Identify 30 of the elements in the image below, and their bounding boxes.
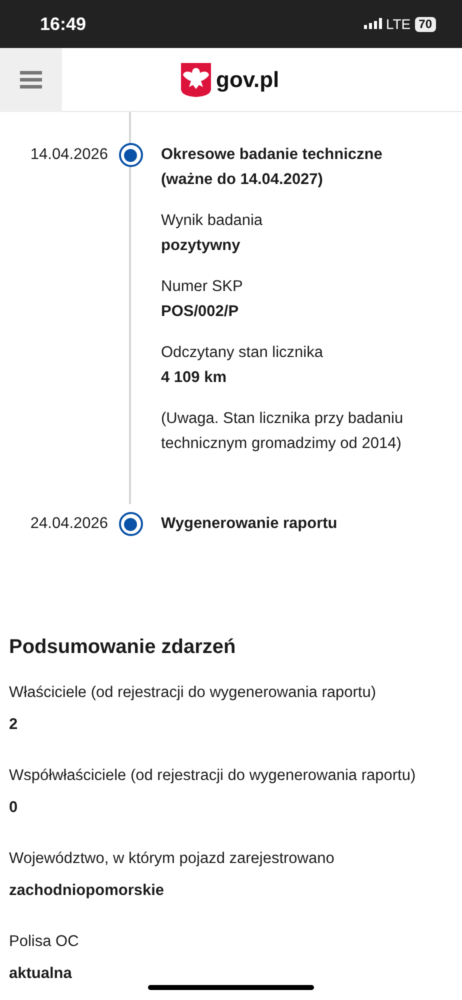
summary-label: Województwo, w którym pojazd zarejestrowano [9, 849, 336, 869]
event-date: 24.04.2026 [29, 514, 108, 534]
site-logo-text[interactable]: gov.pl [216, 63, 280, 96]
section-heading: Podsumowanie zdarzeń [9, 635, 237, 659]
event-title: Wygenerowanie raportu [161, 514, 338, 534]
timeline-dot-icon [118, 512, 142, 536]
detail-value: pozytywny [161, 236, 242, 256]
summary-label: Właściciele (od rejestracji do wygenerowania raportu) [9, 683, 377, 703]
summary-value: 2 [9, 715, 19, 735]
detail-label: Odczytany stan licznika [161, 343, 324, 363]
event-title: Okresowe badanie techniczne (ważne do 14.04.2027) [161, 145, 384, 190]
status-time: 16:49 [40, 12, 86, 36]
summary-value: 0 [9, 798, 19, 818]
signal-icon [364, 18, 382, 30]
summary-value: aktualna [9, 964, 73, 984]
battery-level: 70 [414, 16, 436, 32]
event-date: 14.04.2026 [29, 145, 108, 165]
network-type: LTE [386, 14, 411, 34]
detail-value: POS/002/P [161, 302, 240, 322]
menu-icon [20, 70, 42, 88]
detail-value: 4 109 km [161, 368, 228, 388]
summary-label: Współwłaściciele (od rejestracji do wygenerowania raportu) [9, 766, 417, 786]
summary-value: zachodniopomorskie [9, 881, 166, 901]
summary-label: Polisa OC [9, 932, 80, 952]
menu-button[interactable] [0, 48, 62, 112]
emblem-icon [180, 62, 212, 98]
note-text: (Uwaga. Stan licznika przy badaniu technicznym gromadzimy od 2014) [161, 409, 404, 454]
timeline-dot-icon [118, 143, 142, 167]
detail-label: Numer SKP [161, 277, 244, 297]
detail-label: Wynik badania [161, 211, 264, 231]
